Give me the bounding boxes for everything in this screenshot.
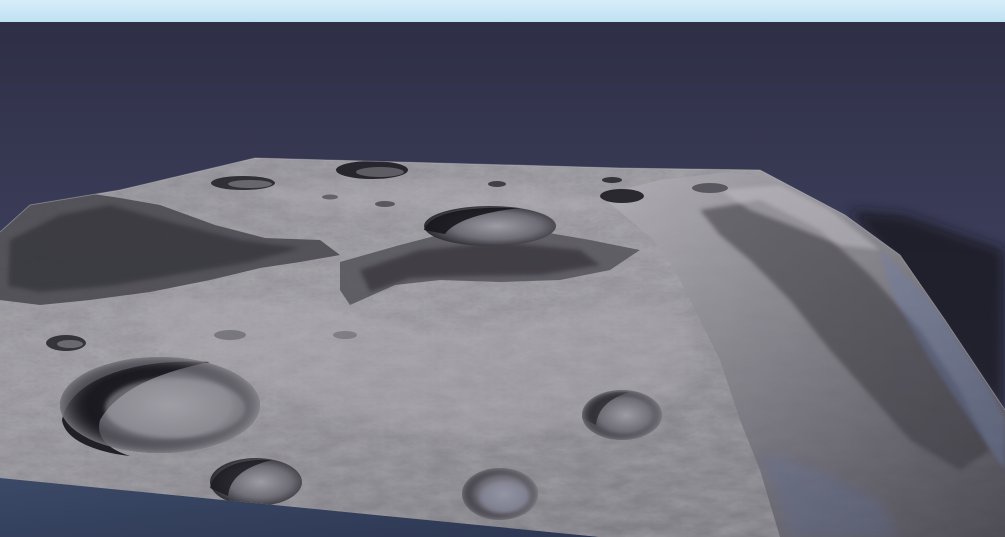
sky-band (0, 0, 1005, 22)
crater-mid-right (582, 390, 662, 440)
terrain-render-viewport (0, 0, 1005, 537)
crater-small-left (46, 335, 86, 351)
crater-bottom-center (462, 468, 538, 520)
crater-top-left (211, 176, 275, 190)
crater-bottom-left (210, 458, 302, 506)
terrain-scene (0, 0, 1005, 537)
crater-central-large (424, 206, 556, 246)
crater-top-middle (336, 161, 408, 179)
